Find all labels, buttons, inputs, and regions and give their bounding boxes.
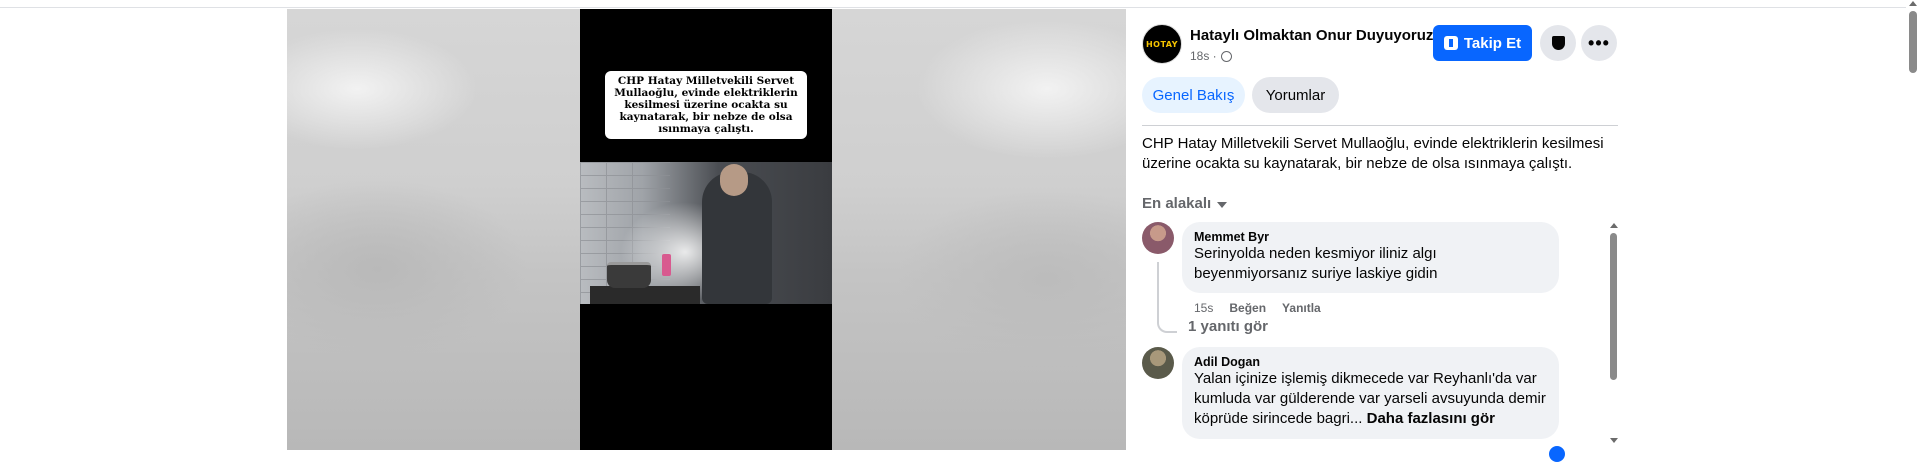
commenter-avatar[interactable] — [1142, 347, 1174, 379]
tab-comments[interactable]: Yorumlar — [1252, 77, 1339, 113]
comment-bubble: Adil Dogan Yalan içinize işlemiş dikmece… — [1182, 347, 1559, 439]
divider — [1142, 125, 1618, 126]
comment-sort-label: En alakalı — [1142, 195, 1212, 212]
see-more-link[interactable]: Daha fazlasını gör — [1367, 410, 1495, 427]
follow-icon — [1443, 36, 1458, 50]
tab-overview[interactable]: Genel Bakış — [1142, 77, 1245, 113]
page-name[interactable]: Hataylı Olmaktan Onur Duyuyoruz — [1190, 27, 1433, 44]
comment-author[interactable]: Adil Dogan — [1194, 355, 1547, 369]
post-text: CHP Hatay Milletvekili Servet Mullaoğlu,… — [1142, 135, 1604, 172]
comment-sort-dropdown[interactable]: En alakalı — [1142, 195, 1228, 212]
more-dots-icon: ••• — [1588, 33, 1610, 53]
comment-author[interactable]: Memmet Byr — [1194, 230, 1547, 244]
page-avatar[interactable]: HOTAY — [1142, 24, 1182, 64]
page-scroll-up-icon[interactable] — [1909, 1, 1917, 6]
person-head — [720, 164, 748, 196]
reply-button[interactable]: Yanıtla — [1282, 301, 1321, 315]
page-scroll-thumb[interactable] — [1909, 11, 1917, 73]
bottle — [662, 254, 671, 276]
page-scrollbar[interactable] — [1906, 0, 1920, 450]
thread-line — [1157, 262, 1177, 333]
comment-bubble: Memmet Byr Serinyolda neden kesmiyor ili… — [1182, 222, 1559, 293]
follow-button[interactable]: Takip Et — [1433, 25, 1532, 61]
reaction-badge — [1549, 446, 1565, 462]
follow-label: Takip Et — [1463, 34, 1522, 52]
more-options-button[interactable]: ••• — [1581, 25, 1617, 61]
video-viewer[interactable]: CHP Hatay Milletvekili Servet Mullaoğlu,… — [287, 9, 1126, 450]
scroll-up-arrow-icon[interactable] — [1610, 223, 1618, 228]
view-replies-link[interactable]: 1 yanıtı gör — [1188, 318, 1268, 335]
chevron-down-icon — [1217, 202, 1228, 208]
commenter-avatar[interactable] — [1142, 222, 1174, 254]
post-time[interactable]: 18s · — [1190, 49, 1217, 63]
globe-icon — [1220, 50, 1232, 62]
post-meta: 18s · — [1190, 49, 1232, 63]
video-player[interactable]: CHP Hatay Milletvekili Servet Mullaoğlu,… — [580, 9, 832, 450]
top-bar — [0, 0, 1920, 8]
page-avatar-logo-text: HOTAY — [1145, 39, 1179, 49]
like-button[interactable]: Beğen — [1229, 301, 1266, 315]
pot — [607, 262, 651, 288]
post-sidebar: HOTAY Hataylı Olmaktan Onur Duyuyoruz 18… — [1126, 9, 1920, 462]
video-frame — [580, 162, 832, 304]
comment-time[interactable]: 15s — [1194, 301, 1213, 315]
shield-button[interactable] — [1540, 25, 1576, 61]
scroll-thumb[interactable] — [1610, 233, 1617, 380]
shield-icon — [1551, 36, 1565, 50]
comment-text: Yalan içinize işlemiş dikmecede var Reyh… — [1194, 369, 1547, 429]
comment-actions: 15s Beğen Yanıtla — [1194, 301, 1321, 315]
stove — [590, 286, 700, 304]
comment-text: Serinyolda neden kesmiyor iliniz algı be… — [1194, 245, 1438, 282]
scroll-down-arrow-icon[interactable] — [1610, 438, 1618, 443]
comments-scrollbar[interactable] — [1607, 223, 1619, 450]
video-caption: CHP Hatay Milletvekili Servet Mullaoğlu,… — [605, 71, 807, 139]
